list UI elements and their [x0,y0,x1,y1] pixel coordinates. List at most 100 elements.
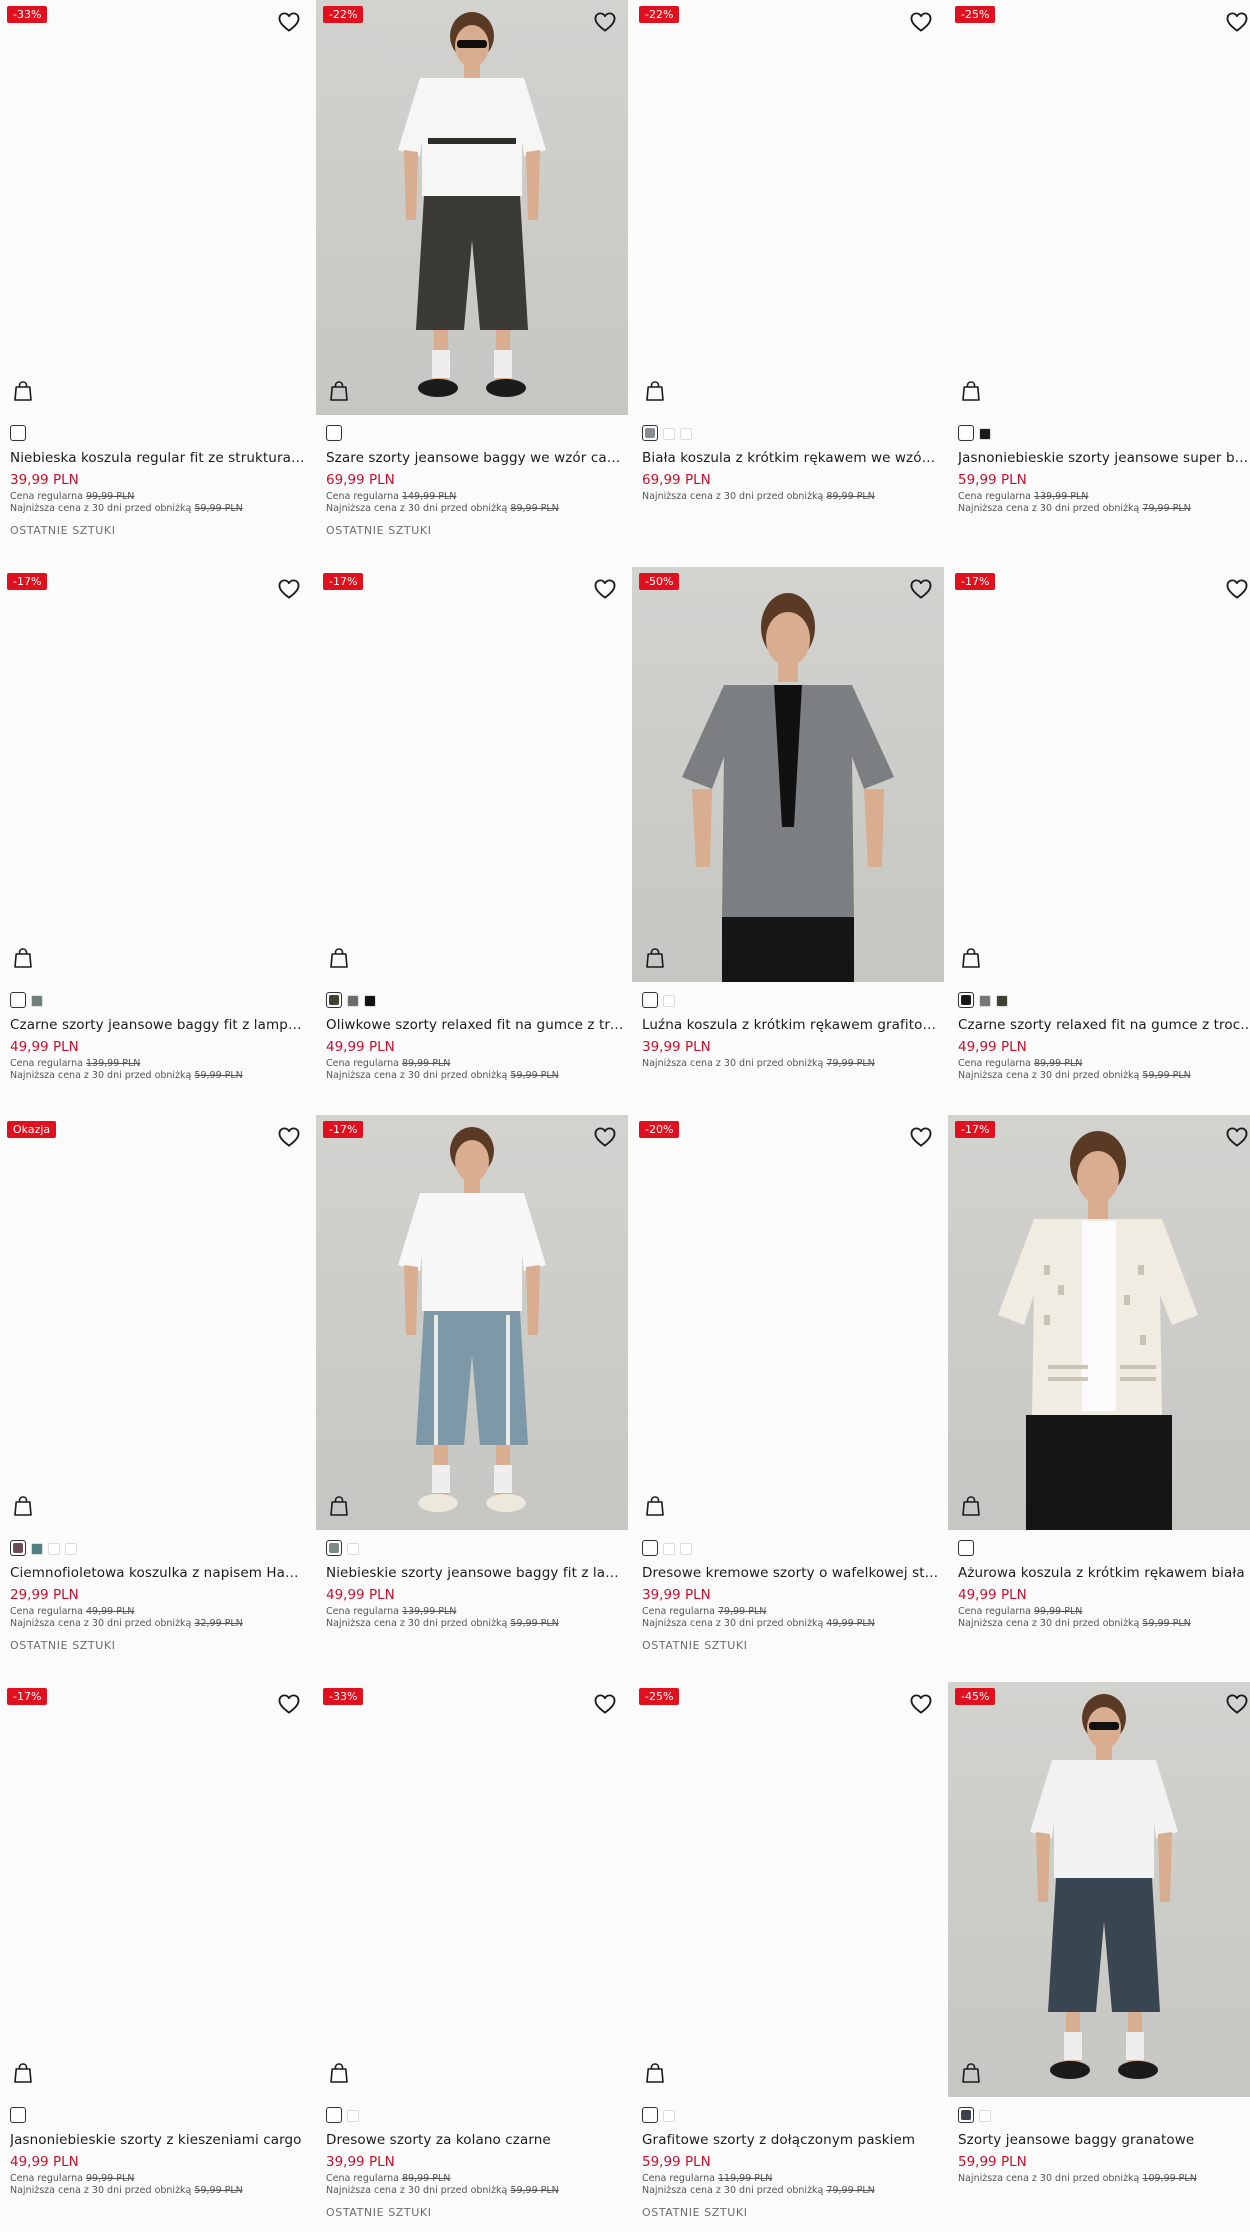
heart-icon[interactable] [278,1694,300,1714]
shopping-bag-icon[interactable] [961,1495,981,1517]
product-image[interactable] [632,0,944,415]
color-swatch[interactable] [31,1543,43,1555]
product-image[interactable] [316,0,628,415]
heart-icon[interactable] [910,1694,932,1714]
color-swatch[interactable] [979,995,991,1007]
color-swatch[interactable] [680,428,692,440]
shopping-bag-icon[interactable] [329,947,349,969]
color-swatch[interactable] [958,992,974,1008]
product-image[interactable] [948,567,1250,982]
heart-icon[interactable] [1226,1694,1248,1714]
color-swatch[interactable] [10,2107,26,2123]
heart-icon[interactable] [594,579,616,599]
product-title[interactable]: Ciemnofioletowa koszulka z napisem Hawai… [10,1564,308,1582]
product-title[interactable]: Czarne szorty relaxed fit na gumce z tro… [958,1016,1250,1034]
color-swatch[interactable] [347,2110,359,2122]
product-title[interactable]: Niebieska koszula regular fit ze struktu… [10,449,308,467]
shopping-bag-icon[interactable] [13,380,33,402]
heart-icon[interactable] [1226,1127,1248,1147]
color-swatch[interactable] [958,1540,974,1556]
color-swatch[interactable] [663,2110,675,2122]
product-title[interactable]: Dresowe kremowe szorty o wafelkowej stru… [642,1564,940,1582]
heart-icon[interactable] [910,1127,932,1147]
color-swatch[interactable] [642,2107,658,2123]
product-image[interactable] [0,1115,312,1530]
shopping-bag-icon[interactable] [961,947,981,969]
shopping-bag-icon[interactable] [329,380,349,402]
shopping-bag-icon[interactable] [961,2062,981,2084]
shopping-bag-icon[interactable] [645,380,665,402]
heart-icon[interactable] [910,579,932,599]
color-swatch[interactable] [979,2110,991,2122]
product-image[interactable] [632,567,944,982]
color-swatch[interactable] [326,1540,342,1556]
color-swatch[interactable] [10,992,26,1008]
shopping-bag-icon[interactable] [13,947,33,969]
product-image[interactable] [0,0,312,415]
heart-icon[interactable] [1226,579,1248,599]
product-title[interactable]: Szorty jeansowe baggy granatowe [958,2131,1250,2149]
heart-icon[interactable] [278,579,300,599]
heart-icon[interactable] [594,12,616,32]
color-swatch[interactable] [326,2107,342,2123]
color-swatches [958,992,1008,1008]
color-swatch[interactable] [680,1543,692,1555]
product-title[interactable]: Szare szorty jeansowe baggy we wzór camo [326,449,624,467]
product-image[interactable] [948,1115,1250,1530]
heart-icon[interactable] [278,1127,300,1147]
product-image[interactable] [948,0,1250,415]
shopping-bag-icon[interactable] [13,1495,33,1517]
product-title[interactable]: Grafitowe szorty z dołączonym paskiem [642,2131,940,2149]
product-title[interactable]: Niebieskie szorty jeansowe baggy fit z l… [326,1564,624,1582]
shopping-bag-icon[interactable] [329,1495,349,1517]
product-image[interactable] [316,567,628,982]
color-swatch[interactable] [663,995,675,1007]
color-swatch[interactable] [10,425,26,441]
product-image[interactable] [948,1682,1250,2097]
product-title[interactable]: Luźna koszula z krótkim rękawem grafitow… [642,1016,940,1034]
color-swatch[interactable] [326,425,342,441]
color-swatch[interactable] [642,992,658,1008]
color-swatch[interactable] [663,428,675,440]
heart-icon[interactable] [1226,12,1248,32]
shopping-bag-icon[interactable] [645,1495,665,1517]
color-swatch[interactable] [642,1540,658,1556]
heart-icon[interactable] [278,12,300,32]
heart-icon[interactable] [910,12,932,32]
product-title[interactable]: Ażurowa koszula z krótkim rękawem biała [958,1564,1250,1582]
product-title[interactable]: Oliwkowe szorty relaxed fit na gumce z t… [326,1016,624,1034]
shopping-bag-icon[interactable] [961,380,981,402]
color-swatch[interactable] [347,1543,359,1555]
color-swatch[interactable] [10,1540,26,1556]
color-swatch[interactable] [364,995,376,1007]
product-image[interactable] [0,1682,312,2097]
product-image[interactable] [632,1682,944,2097]
product-image[interactable] [0,567,312,982]
product-price: 49,99 PLN [10,1039,79,1055]
shopping-bag-icon[interactable] [645,2062,665,2084]
color-swatch[interactable] [958,425,974,441]
color-swatch[interactable] [996,995,1008,1007]
color-swatch[interactable] [48,1543,60,1555]
product-image[interactable] [316,1682,628,2097]
color-swatch[interactable] [326,992,342,1008]
product-title[interactable]: Jasnoniebieskie szorty jeansowe super ba… [958,449,1250,467]
color-swatch[interactable] [31,995,43,1007]
product-title[interactable]: Czarne szorty jeansowe baggy fit z lampa… [10,1016,308,1034]
shopping-bag-icon[interactable] [13,2062,33,2084]
color-swatch[interactable] [65,1543,77,1555]
color-swatch[interactable] [642,425,658,441]
shopping-bag-icon[interactable] [329,2062,349,2084]
color-swatch[interactable] [347,995,359,1007]
product-title[interactable]: Dresowe szorty za kolano czarne [326,2131,624,2149]
heart-icon[interactable] [594,1694,616,1714]
heart-icon[interactable] [594,1127,616,1147]
product-title[interactable]: Biała koszula z krótkim rękawem we wzór … [642,449,940,467]
color-swatch[interactable] [663,1543,675,1555]
product-image[interactable] [316,1115,628,1530]
color-swatch[interactable] [958,2107,974,2123]
shopping-bag-icon[interactable] [645,947,665,969]
color-swatch[interactable] [979,428,991,440]
product-image[interactable] [632,1115,944,1530]
product-title[interactable]: Jasnoniebieskie szorty z kieszeniami car… [10,2131,308,2149]
